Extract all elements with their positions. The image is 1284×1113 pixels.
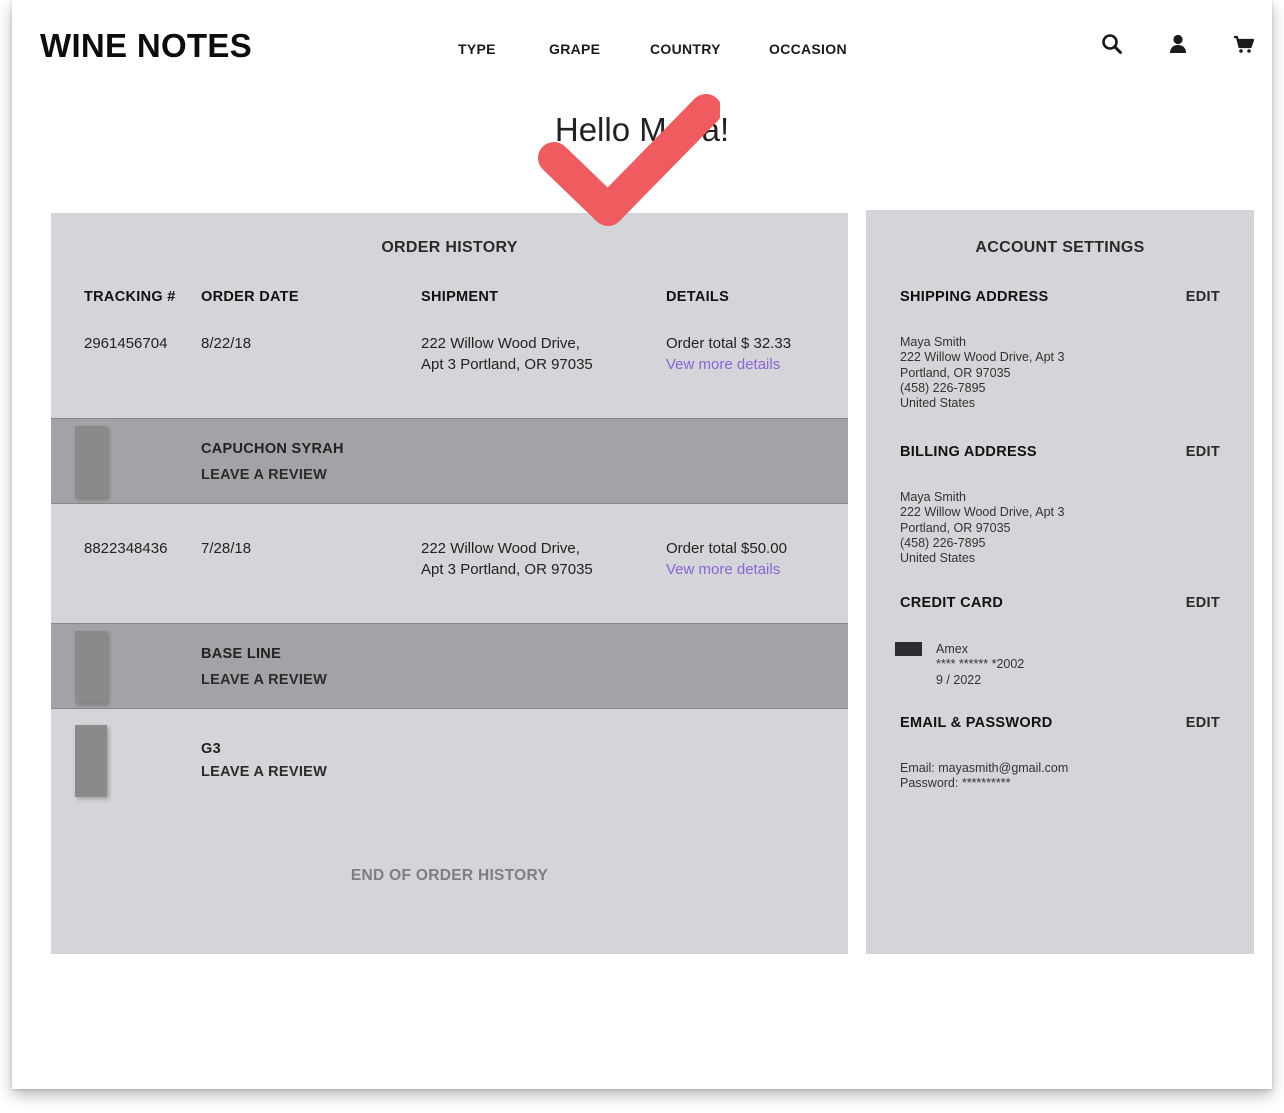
leave-review-link[interactable]: LEAVE A REVIEW [201,672,327,688]
order-details: Order total $50.00 Vew more details [666,538,787,580]
edit-credit-card-button[interactable]: EDIT [1186,595,1220,611]
order-address-line2: Apt 3 Portland, OR 97035 [421,561,593,578]
credit-card-block: Amex **** ****** *2002 9 / 2022 [936,642,1024,688]
site-logo[interactable]: WINE NOTES [40,27,252,65]
email-password-heading: EMAIL & PASSWORD [900,715,1053,731]
order-total: Order total $50.00 [666,540,787,557]
view-details-link[interactable]: Vew more details [666,559,787,580]
col-order-date: ORDER DATE [201,289,299,305]
order-tracking: 2961456704 [84,335,168,352]
item-name: CAPUCHON SYRAH [201,441,344,457]
nav-occasion[interactable]: OCCASION [769,41,847,57]
order-date: 7/28/18 [201,540,252,557]
view-details-link[interactable]: Vew more details [666,354,791,375]
card-expiry: 9 / 2022 [936,672,982,687]
edit-email-password-button[interactable]: EDIT [1186,715,1220,731]
credit-card-heading: CREDIT CARD [900,595,1004,611]
order-address-line1: 222 Willow Wood Drive, [421,335,580,352]
email-value: Email: mayasmith@gmail.com [900,761,1069,775]
wine-bottle-image [75,631,107,703]
nav-grape[interactable]: GRAPE [549,41,600,57]
item-name: BASE LINE [201,646,282,662]
order-details: Order total $ 32.33 Vew more details [666,333,791,375]
order-item: G3 LEAVE A REVIEW [51,719,848,805]
order-total: Order total $ 32.33 [666,335,792,352]
order-address-line1: 222 Willow Wood Drive, [421,540,580,557]
col-shipment: SHIPMENT [421,289,499,305]
page-frame: WINE NOTES TYPE GRAPE COUNTRY OCCASION H… [12,0,1272,1089]
leave-review-link[interactable]: LEAVE A REVIEW [201,764,327,780]
order-item: BASE LINE LEAVE A REVIEW [51,623,848,709]
item-name: G3 [201,741,221,757]
order-history-title: ORDER HISTORY [381,239,518,256]
order-address: 222 Willow Wood Drive, Apt 3 Portland, O… [421,333,593,375]
address-line: Maya Smith [900,490,966,504]
billing-address-heading: BILLING ADDRESS [900,444,1037,460]
edit-billing-button[interactable]: EDIT [1186,444,1220,460]
order-address: 222 Willow Wood Drive, Apt 3 Portland, O… [421,538,593,580]
card-brand: Amex [936,642,968,656]
account-settings-title: ACCOUNT SETTINGS [975,239,1145,256]
wine-bottle-image [75,426,107,498]
search-icon[interactable] [1100,32,1124,56]
password-value: Password: ********** [900,776,1011,791]
user-icon[interactable] [1166,32,1190,56]
address-line: United States [900,551,976,566]
nav-type[interactable]: TYPE [458,41,496,57]
account-settings-panel: ACCOUNT SETTINGS SHIPPING ADDRESS EDIT M… [866,210,1254,954]
address-line: (458) 226-7895 [900,380,986,395]
cart-icon[interactable] [1232,32,1256,56]
shipping-address-heading: SHIPPING ADDRESS [900,289,1049,305]
card-number: **** ****** *2002 [936,657,1025,672]
check-mark-icon [538,94,720,226]
address-line: 222 Willow Wood Drive, Apt 3 [900,505,1065,520]
address-line: 222 Willow Wood Drive, Apt 3 [900,350,1065,365]
end-of-order-history: END OF ORDER HISTORY [350,867,549,884]
nav-country[interactable]: COUNTRY [650,41,721,57]
col-tracking: TRACKING # [84,289,176,305]
order-address-line2: Apt 3 Portland, OR 97035 [421,356,593,373]
address-line: Portland, OR 97035 [900,365,1011,380]
credit-card-icon [895,642,922,656]
order-history-panel: ORDER HISTORY TRACKING # ORDER DATE SHIP… [51,213,848,954]
order-item: CAPUCHON SYRAH LEAVE A REVIEW [51,418,848,504]
address-line: Maya Smith [900,335,966,349]
edit-shipping-button[interactable]: EDIT [1186,289,1220,305]
col-details: DETAILS [666,289,730,305]
address-line: (458) 226-7895 [900,535,986,550]
wine-bottle-image [75,725,107,797]
email-password-block: Email: mayasmith@gmail.com Password: ***… [900,761,1068,792]
billing-address-block: Maya Smith 222 Willow Wood Drive, Apt 3 … [900,490,1064,566]
address-line: United States [900,396,976,411]
order-tracking: 8822348436 [84,540,168,557]
order-date: 8/22/18 [201,335,252,352]
address-line: Portland, OR 97035 [900,520,1011,535]
leave-review-link[interactable]: LEAVE A REVIEW [201,467,327,483]
shipping-address-block: Maya Smith 222 Willow Wood Drive, Apt 3 … [900,335,1064,411]
